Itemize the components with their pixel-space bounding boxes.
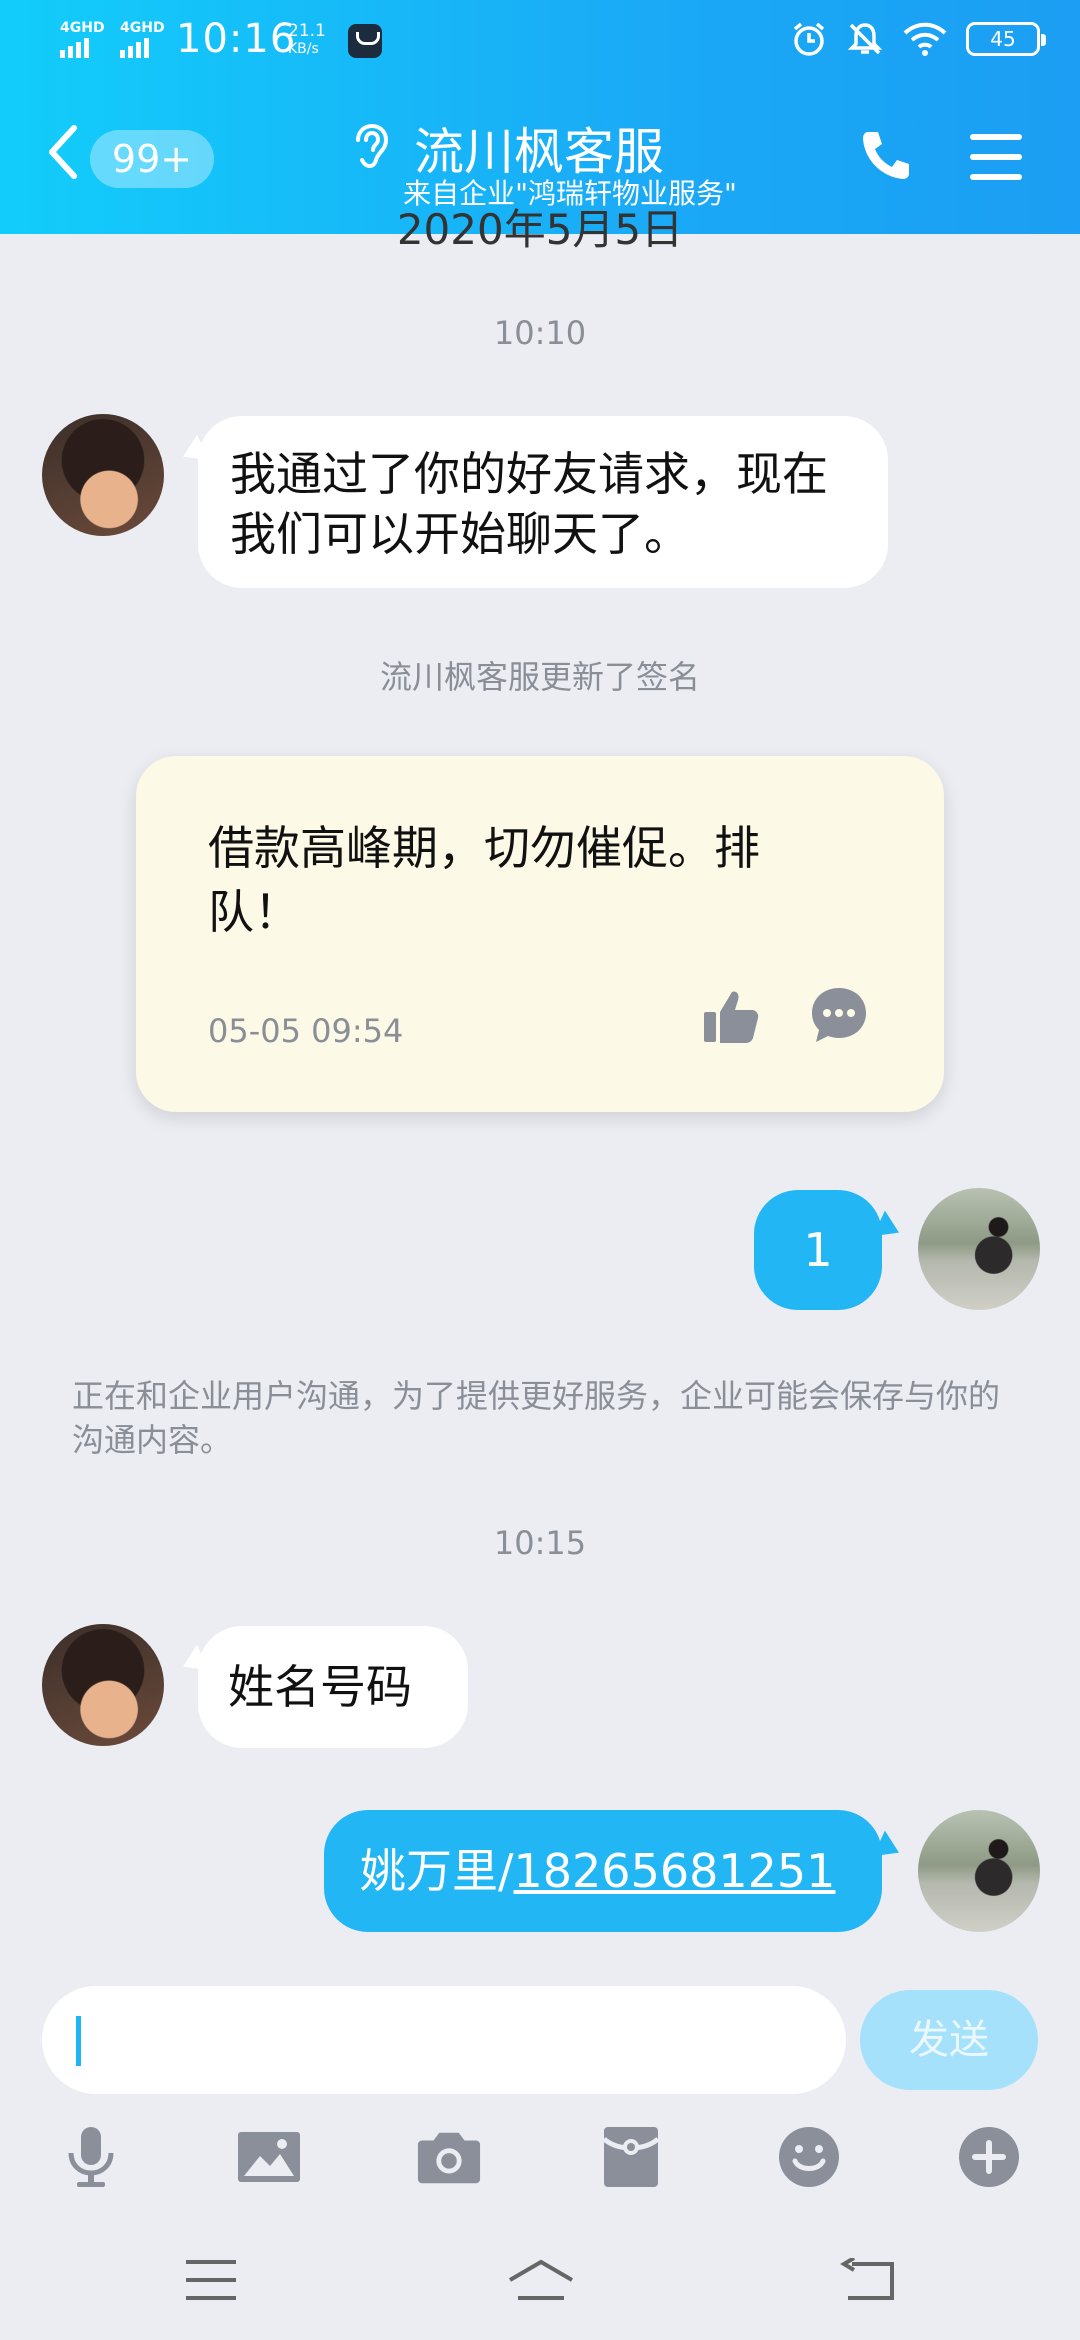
red-packet-icon[interactable] <box>598 2124 664 2190</box>
network-signal-1: 4GHD <box>58 20 106 58</box>
comment-icon[interactable] <box>808 984 870 1046</box>
signature-text: 借款高峰期，切勿催促。排队！ <box>208 821 760 939</box>
message-text: 我通过了你的好友请求，现在我们可以开始聊天了。 <box>230 447 828 561</box>
phone-number-link[interactable]: 18265681251 <box>514 1844 836 1898</box>
avatar[interactable] <box>42 1624 164 1746</box>
menu-icon[interactable] <box>970 134 1022 180</box>
timestamp: 10:15 <box>493 1524 587 1562</box>
speed-value: 21.1 <box>288 21 326 41</box>
system-navigation <box>0 2220 1080 2340</box>
tool-row <box>0 2110 1080 2200</box>
network-type-2: 4GHD <box>120 20 165 36</box>
home-icon[interactable] <box>506 2258 576 2306</box>
phone-icon[interactable] <box>860 128 912 182</box>
network-type-1: 4GHD <box>60 20 105 36</box>
message-bubble-incoming[interactable]: 姓名号码 <box>198 1626 468 1748</box>
input-bar: 发送 <box>0 1966 1080 2106</box>
text-cursor <box>76 2016 81 2066</box>
back-nav-icon[interactable] <box>840 2258 896 2302</box>
wifi-icon <box>903 22 947 56</box>
avatar-self[interactable] <box>918 1810 1040 1932</box>
image-icon[interactable] <box>236 2124 302 2190</box>
message-bubble-outgoing[interactable]: 姚万里/18265681251 <box>324 1810 882 1932</box>
message-text: 1 <box>803 1223 833 1277</box>
like-icon[interactable] <box>702 988 760 1046</box>
signature-time: 05-05 09:54 <box>208 1012 404 1050</box>
avatar[interactable] <box>42 414 164 536</box>
status-right: 45 <box>790 20 1046 58</box>
plus-icon[interactable] <box>956 2124 1022 2190</box>
system-message: 流川枫客服更新了签名 <box>379 658 700 696</box>
message-bubble-outgoing[interactable]: 1 <box>754 1190 882 1310</box>
message-input[interactable] <box>42 1986 846 2094</box>
speed-unit: KB/s <box>288 41 319 57</box>
mute-icon <box>847 23 883 55</box>
network-signal-2: 4GHD <box>118 20 166 58</box>
avatar-self[interactable] <box>918 1188 1040 1310</box>
privacy-notice: 正在和企业用户沟通，为了提供更好服务，企业可能会保存与你的沟通内容。 <box>72 1377 1001 1459</box>
send-button[interactable]: 发送 <box>860 1990 1038 2090</box>
status-time: 10:16 <box>176 16 297 62</box>
ear-icon[interactable] <box>352 122 396 172</box>
notification-app-icon <box>348 24 382 58</box>
network-speed: 21.1 KB/s <box>288 22 326 58</box>
microphone-icon[interactable] <box>58 2124 124 2190</box>
message-bubble-incoming[interactable]: 我通过了你的好友请求，现在我们可以开始聊天了。 <box>198 416 888 588</box>
timestamp: 10:10 <box>493 314 587 352</box>
alarm-icon <box>793 22 825 56</box>
status-bar: 4GHD 4GHD 10:16 21.1 KB/s 45 <box>0 0 1080 82</box>
camera-icon[interactable] <box>416 2124 482 2190</box>
recent-apps-icon[interactable] <box>184 2258 238 2302</box>
network-indicators: 4GHD 4GHD <box>58 20 166 58</box>
message-name: 姚万里/ <box>360 1844 514 1898</box>
signature-card[interactable]: 借款高峰期，切勿催促。排队！ 05-05 09:54 <box>136 756 944 1112</box>
date-separator: 2020年5月5日 <box>396 205 684 254</box>
battery-indicator: 45 <box>966 22 1046 56</box>
message-text: 姓名号码 <box>228 1660 412 1714</box>
emoji-icon[interactable] <box>776 2124 842 2190</box>
